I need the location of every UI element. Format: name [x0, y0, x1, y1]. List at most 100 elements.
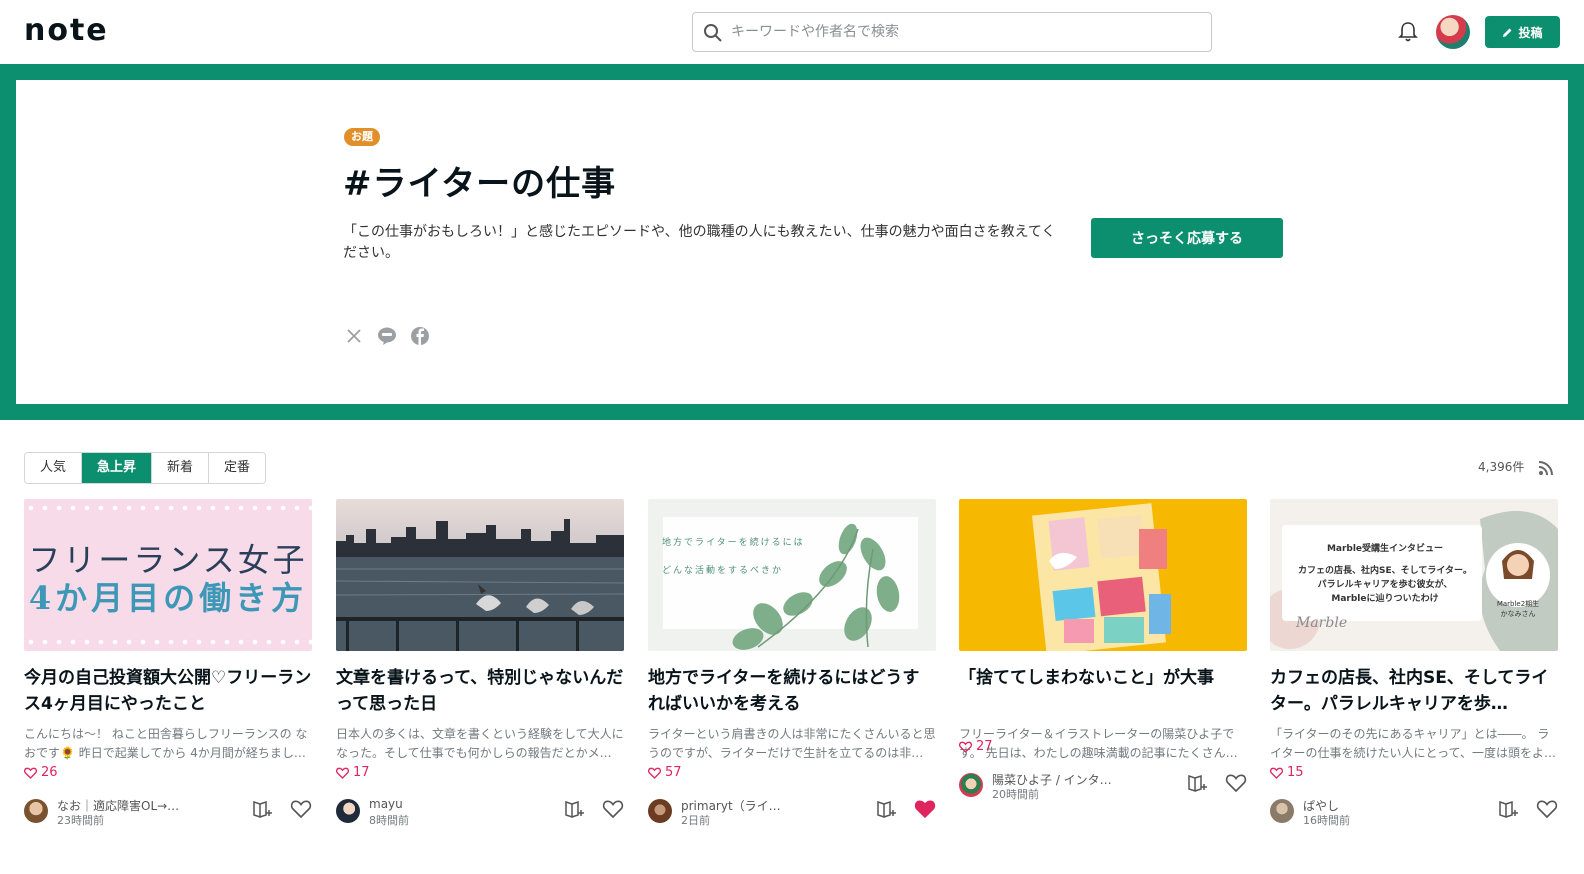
article-card[interactable]: 「捨ててしまわないこと」が大事 フリーライター＆イラストレーターの陽菜ひよ子です…: [959, 499, 1247, 869]
author-row: mayu 8時間前: [336, 795, 624, 829]
liked-heart-icon[interactable]: [914, 799, 936, 819]
post-time: 16時間前: [1303, 814, 1350, 827]
post-time: 8時間前: [369, 814, 409, 827]
add-to-magazine-icon[interactable]: [564, 799, 586, 819]
like-count: 57: [648, 765, 682, 780]
decorative-dots: [24, 503, 312, 513]
article-excerpt: 「ライターのその先にあるキャリア」とは――。 ライターの仕事を続けたい人にとって…: [1270, 727, 1556, 760]
like-count: 15: [1270, 765, 1304, 780]
add-to-magazine-icon[interactable]: [1187, 773, 1209, 793]
thumbnail-text: 地方でライターを続けるには: [662, 538, 805, 548]
article-excerpt: フリーライター＆イラストレーターの陽菜ひよ子です。 先日は、わたしの趣味満載の記…: [959, 727, 1238, 760]
tab-standard[interactable]: 定番: [209, 453, 266, 483]
search-box[interactable]: [692, 12, 1212, 52]
article-thumbnail[interactable]: 地方でライターを続けるには どんな活動をするべきか: [648, 499, 936, 651]
author-avatar[interactable]: [959, 773, 983, 797]
like-count: 26: [24, 765, 58, 780]
thumbnail-text: パラレルキャリアを歩む彼女が、: [1317, 580, 1453, 590]
add-to-magazine-icon[interactable]: [1498, 799, 1520, 819]
like-number: 57: [665, 765, 682, 780]
thumbnail-text: 4か月目の働き方: [28, 579, 308, 617]
author-avatar[interactable]: [1270, 799, 1294, 823]
theme-card: お題 #ライターの仕事 「この仕事がおもしろい！」と感じたエピソードや、他の職種…: [16, 80, 1568, 404]
seagulls-photo: [336, 519, 624, 651]
thumbnail-text: カフェの店長、社内SE、そしてライター。: [1298, 566, 1472, 576]
like-number: 26: [41, 765, 58, 780]
tab-trending[interactable]: 急上昇: [82, 453, 153, 483]
line-icon[interactable]: [377, 326, 397, 346]
article-title[interactable]: 文章を書けるって、特別じゃないんだって思った日: [336, 665, 624, 717]
thumbnail-text: Marble受講生インタビュー: [1326, 544, 1444, 554]
author-row: なお｜適応障害OL→… 23時間前: [24, 795, 312, 829]
article-card[interactable]: 文章を書けるって、特別じゃないんだって思った日 日本人の多くは、文章を書くという…: [336, 499, 624, 869]
thumbnail-caption: Marble2期生: [1496, 600, 1540, 608]
share-icons: [344, 326, 430, 346]
theme-hero: お題 #ライターの仕事 「この仕事がおもしろい！」と感じたエピソードや、他の職種…: [0, 64, 1584, 420]
author-avatar[interactable]: [336, 799, 360, 823]
x-icon[interactable]: [344, 326, 364, 346]
add-to-magazine-icon[interactable]: [252, 799, 274, 819]
heart-icon: [1270, 767, 1283, 779]
article-excerpt: 日本人の多くは、文章を書くという経験をして大人になった。そして仕事でも何かしらの…: [336, 727, 624, 760]
note-logo[interactable]: note: [24, 14, 109, 48]
thumbnail-text: Marbleに辿りついたわけ: [1331, 594, 1439, 604]
author-row: ぱやし 16時間前: [1270, 795, 1558, 829]
heart-icon: [959, 741, 972, 753]
article-title[interactable]: カフェの店長、社内SE、そしてライター。パラレルキャリアを歩…: [1270, 665, 1558, 717]
post-time: 23時間前: [57, 814, 104, 827]
like-count: 27: [959, 739, 993, 754]
theme-description: 「この仕事がおもしろい！」と感じたエピソードや、他の職種の人にも教えたい、仕事の…: [343, 224, 1056, 261]
post-label: 投稿: [1518, 25, 1543, 40]
rss-icon[interactable]: [1538, 460, 1554, 476]
article-card[interactable]: Marble受講生インタビュー カフェの店長、社内SE、そしてライター。 パラレ…: [1270, 499, 1558, 869]
author-avatar[interactable]: [648, 799, 672, 823]
author-avatar[interactable]: [24, 799, 48, 823]
article-title[interactable]: 地方でライターを続けるにはどうすればいいかを考える: [648, 665, 936, 717]
article-count: 4,396件: [1478, 460, 1525, 474]
like-number: 27: [976, 739, 993, 754]
article-title[interactable]: 「捨ててしまわないこと」が大事: [959, 665, 1247, 717]
author-name[interactable]: mayu: [369, 797, 403, 811]
thumbnail-caption: かなみさん: [1500, 610, 1536, 618]
article-thumbnail[interactable]: [336, 499, 624, 651]
user-avatar[interactable]: [1436, 15, 1470, 49]
like-heart-icon[interactable]: [602, 799, 624, 819]
post-time: 2日前: [681, 814, 710, 827]
article-thumbnail[interactable]: [959, 499, 1247, 651]
apply-button[interactable]: さっそく応募する: [1091, 218, 1283, 258]
thumbnail-text: どんな活動をするべきか: [662, 566, 784, 576]
like-heart-icon[interactable]: [1536, 799, 1558, 819]
add-to-magazine-icon[interactable]: [876, 799, 898, 819]
sort-tabs: 人気 急上昇 新着 定番: [24, 452, 267, 484]
post-button[interactable]: 投稿: [1485, 16, 1560, 48]
article-thumbnail[interactable]: Marble受講生インタビュー カフェの店長、社内SE、そしてライター。 パラレ…: [1270, 499, 1558, 651]
tab-popular[interactable]: 人気: [25, 453, 83, 483]
facebook-icon[interactable]: [410, 326, 430, 346]
marble-logo: Marble: [1296, 615, 1348, 631]
like-count: 17: [336, 765, 370, 780]
tab-new[interactable]: 新着: [152, 453, 210, 483]
article-excerpt: こんにちは～！ ねこと田舎暮らしフリーランスの なおです🌻 昨日で起業してから …: [24, 727, 308, 760]
article-card[interactable]: フリーランス女子 4か月目の働き方 今月の自己投資額大公開♡フリーランス4ヶ月目…: [24, 499, 312, 869]
post-time: 20時間前: [992, 788, 1039, 801]
top-header: note 投稿: [0, 0, 1584, 64]
decorative-dots: [24, 637, 312, 647]
bell-icon[interactable]: [1398, 21, 1418, 43]
notebook-illustration: [1032, 503, 1171, 651]
article-excerpt: ライターという肩書きの人は非常にたくさんいると思うのですが、ライターだけで生計を…: [648, 727, 936, 760]
like-heart-icon[interactable]: [290, 799, 312, 819]
theme-title: #ライターの仕事: [343, 164, 617, 204]
like-heart-icon[interactable]: [1225, 773, 1247, 793]
article-card[interactable]: 地方でライターを続けるには どんな活動をするべきか 地方でライターを続けるにはど…: [648, 499, 936, 869]
search-input[interactable]: [731, 19, 1201, 45]
article-title[interactable]: 今月の自己投資額大公開♡フリーランス4ヶ月目にやったこと: [24, 665, 312, 717]
author-row: primaryt（ライ… 2日前: [648, 795, 936, 829]
heart-icon: [648, 767, 661, 779]
search-icon: [704, 24, 722, 42]
like-number: 17: [353, 765, 370, 780]
author-row: 陽菜ひよ子 / インタ… 20時間前: [959, 769, 1247, 803]
heart-icon: [24, 767, 37, 779]
pencil-icon: [1503, 28, 1512, 37]
theme-badge: お題: [344, 128, 380, 146]
article-thumbnail[interactable]: フリーランス女子 4か月目の働き方: [24, 499, 312, 651]
